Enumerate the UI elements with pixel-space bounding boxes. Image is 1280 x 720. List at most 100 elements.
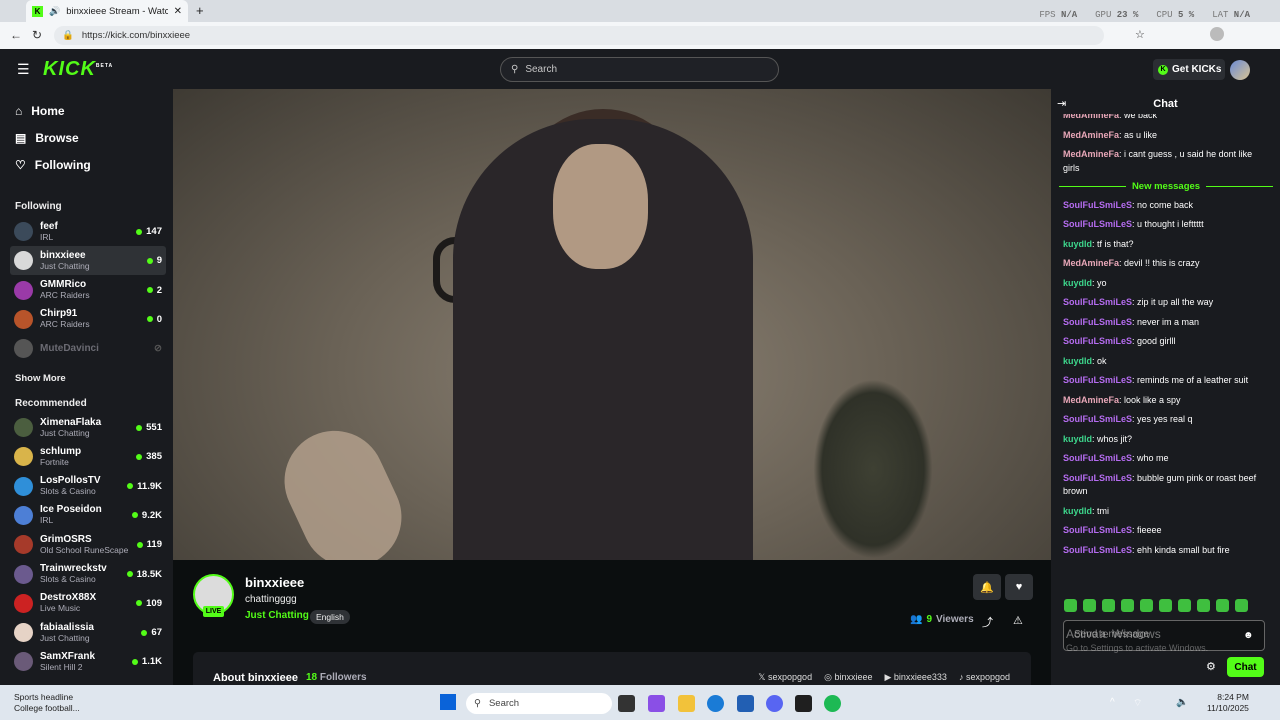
recommended-channel[interactable]: SamXFrank Silent Hill 2 1.1K <box>10 647 166 676</box>
chat-username[interactable]: kuydld <box>1063 434 1092 444</box>
recommended-channel[interactable]: schlump Fortnite 385 <box>10 442 166 471</box>
social-instagram[interactable]: ◎ binxxieee <box>824 672 872 683</box>
file-explorer-icon[interactable] <box>678 695 695 712</box>
menu-icon[interactable]: ☰ <box>17 61 30 78</box>
volume-icon[interactable]: 🔈 <box>1176 697 1188 708</box>
nav-home[interactable]: ⌂ Home <box>15 104 65 118</box>
chat-username[interactable]: SoulFuLSmiLeS <box>1063 317 1132 327</box>
chat-username[interactable]: SoulFuLSmiLeS <box>1063 545 1132 555</box>
chat-username[interactable]: SoulFuLSmiLeS <box>1063 414 1132 424</box>
edge-icon[interactable] <box>707 695 724 712</box>
report-icon[interactable]: ⚠ <box>1013 614 1023 627</box>
chat-username[interactable]: SoulFuLSmiLeS <box>1063 473 1132 483</box>
chat-username[interactable]: MedAmineFa <box>1063 130 1119 140</box>
video-player[interactable] <box>173 89 1051 560</box>
refresh-icon[interactable]: ↻ <box>32 28 42 42</box>
chat-message: kuydld: ok <box>1059 352 1273 372</box>
task-view-icon[interactable] <box>618 695 635 712</box>
clock-time: 8:24 PM <box>1217 692 1249 702</box>
emoji-picker-icon[interactable]: ☻ <box>1243 630 1254 641</box>
chat-username[interactable]: kuydld <box>1063 356 1092 366</box>
viewer-number: 119 <box>146 539 162 551</box>
chat-username[interactable]: kuydld <box>1063 278 1092 288</box>
emote-icon[interactable] <box>1102 599 1115 612</box>
recommended-channel[interactable]: Trainwreckstv Slots & Casino 18.5K <box>10 560 166 589</box>
chat-text: tmi <box>1097 505 1110 516</box>
emote-icon[interactable] <box>1121 599 1134 612</box>
follow-button[interactable]: ♥ <box>1005 574 1033 600</box>
favorite-star-icon[interactable]: ☆ <box>1135 28 1145 41</box>
emote-icon[interactable] <box>1178 599 1191 612</box>
chat-text: ehh kinda small but fire <box>1137 544 1230 555</box>
emote-icon[interactable] <box>1064 599 1077 612</box>
channel-viewers: 18.5K <box>126 569 166 580</box>
profile-icon[interactable] <box>1210 27 1224 41</box>
chat-username[interactable]: MedAmineFa <box>1063 149 1119 159</box>
user-avatar[interactable] <box>1230 60 1250 80</box>
nav-following[interactable]: ♡ Following <box>15 158 91 172</box>
news-widget[interactable]: Sports headline College football... <box>14 692 80 714</box>
following-channel[interactable]: Chirp91 ARC Raiders 0 <box>10 305 166 334</box>
get-kicks-button[interactable]: K Get KICKs <box>1153 59 1225 80</box>
taskbar-search[interactable]: ⚲ Search <box>466 693 612 714</box>
following-channel[interactable]: MuteDavinci ⊘ <box>10 334 166 363</box>
kick-app-icon[interactable] <box>795 695 812 712</box>
tray-chevron-icon[interactable]: ^ <box>1110 697 1115 708</box>
viewer-number: 9 <box>156 255 162 267</box>
chat-username[interactable]: SoulFuLSmiLeS <box>1063 200 1132 210</box>
following-channel[interactable]: binxxieee Just Chatting 9 <box>10 246 166 276</box>
social-tiktok[interactable]: ♪ sexpopgod <box>959 672 1010 683</box>
recommended-channel[interactable]: LosPollosTV Slots & Casino 11.9K <box>10 472 166 501</box>
show-more-link[interactable]: Show More <box>15 373 66 384</box>
nav-browse[interactable]: ▤ Browse <box>15 131 79 145</box>
chat-username[interactable]: MedAmineFa <box>1063 395 1119 405</box>
discord-icon[interactable] <box>766 695 783 712</box>
chat-username[interactable]: SoulFuLSmiLeS <box>1063 219 1132 229</box>
back-icon[interactable]: ← <box>10 28 22 42</box>
browser-tab[interactable]: K 🔊 binxxieee Stream - Watch Liv ✕ <box>26 0 188 22</box>
chat-username[interactable]: MedAmineFa <box>1063 114 1119 120</box>
emote-icon[interactable] <box>1083 599 1096 612</box>
chat-username[interactable]: SoulFuLSmiLeS <box>1063 336 1132 346</box>
recommended-channel[interactable]: fabiaalissia Just Chatting 67 <box>10 618 166 647</box>
kick-logo[interactable]: KICKBETA <box>43 58 113 81</box>
language-tag[interactable]: English <box>310 610 350 624</box>
new-tab-icon[interactable]: + <box>196 3 204 18</box>
emote-icon[interactable] <box>1216 599 1229 612</box>
share-icon[interactable]: ⤴ <box>982 614 993 630</box>
spotify-icon[interactable] <box>824 695 841 712</box>
emote-icon[interactable] <box>1197 599 1210 612</box>
clock[interactable]: 8:24 PM 11/10/2025 <box>1207 692 1249 714</box>
recommended-channel[interactable]: DestroX88X Live Music 109 <box>10 589 166 618</box>
following-channel[interactable]: GMMRico ARC Raiders 2 <box>10 276 166 305</box>
notification-bell-button[interactable]: 🔔 <box>973 574 1001 600</box>
social-youtube[interactable]: ▶ binxxieee333 <box>884 672 946 683</box>
url-field[interactable]: 🔒 https://kick.com/binxxieee <box>54 26 1104 45</box>
network-icon[interactable]: ⌔ <box>1133 697 1142 710</box>
stream-category[interactable]: Just Chatting <box>245 610 309 621</box>
chat-username[interactable]: SoulFuLSmiLeS <box>1063 453 1132 463</box>
send-chat-button[interactable]: Chat <box>1227 657 1264 677</box>
following-channel[interactable]: feef IRL 147 <box>10 217 166 246</box>
streamer-name[interactable]: binxxieee <box>245 575 304 590</box>
recommended-channel[interactable]: GrimOSRS Old School RuneScape 119 <box>10 530 166 559</box>
social-x[interactable]: 𝕏 sexpopgod <box>758 672 812 683</box>
recommended-channel[interactable]: XimenaFlaka Just Chatting 551 <box>10 413 166 442</box>
emote-icon[interactable] <box>1235 599 1248 612</box>
store-icon[interactable] <box>737 695 754 712</box>
chat-username[interactable]: SoulFuLSmiLeS <box>1063 525 1132 535</box>
chat-username[interactable]: kuydld <box>1063 506 1092 516</box>
emote-icon[interactable] <box>1159 599 1172 612</box>
chat-username[interactable]: MedAmineFa <box>1063 258 1119 268</box>
chat-username[interactable]: kuydld <box>1063 239 1092 249</box>
emote-icon[interactable] <box>1140 599 1153 612</box>
chat-username[interactable]: SoulFuLSmiLeS <box>1063 375 1132 385</box>
start-icon[interactable] <box>440 694 456 710</box>
copilot-icon[interactable] <box>648 695 665 712</box>
chat-settings-icon[interactable]: ⚙ <box>1206 660 1216 673</box>
speaker-icon[interactable]: 🔊 <box>49 6 60 17</box>
chat-username[interactable]: SoulFuLSmiLeS <box>1063 297 1132 307</box>
search-input[interactable]: ⚲ Search <box>500 57 779 82</box>
recommended-channel[interactable]: Ice Poseidon IRL 9.2K <box>10 501 166 530</box>
close-tab-icon[interactable]: ✕ <box>174 6 182 17</box>
